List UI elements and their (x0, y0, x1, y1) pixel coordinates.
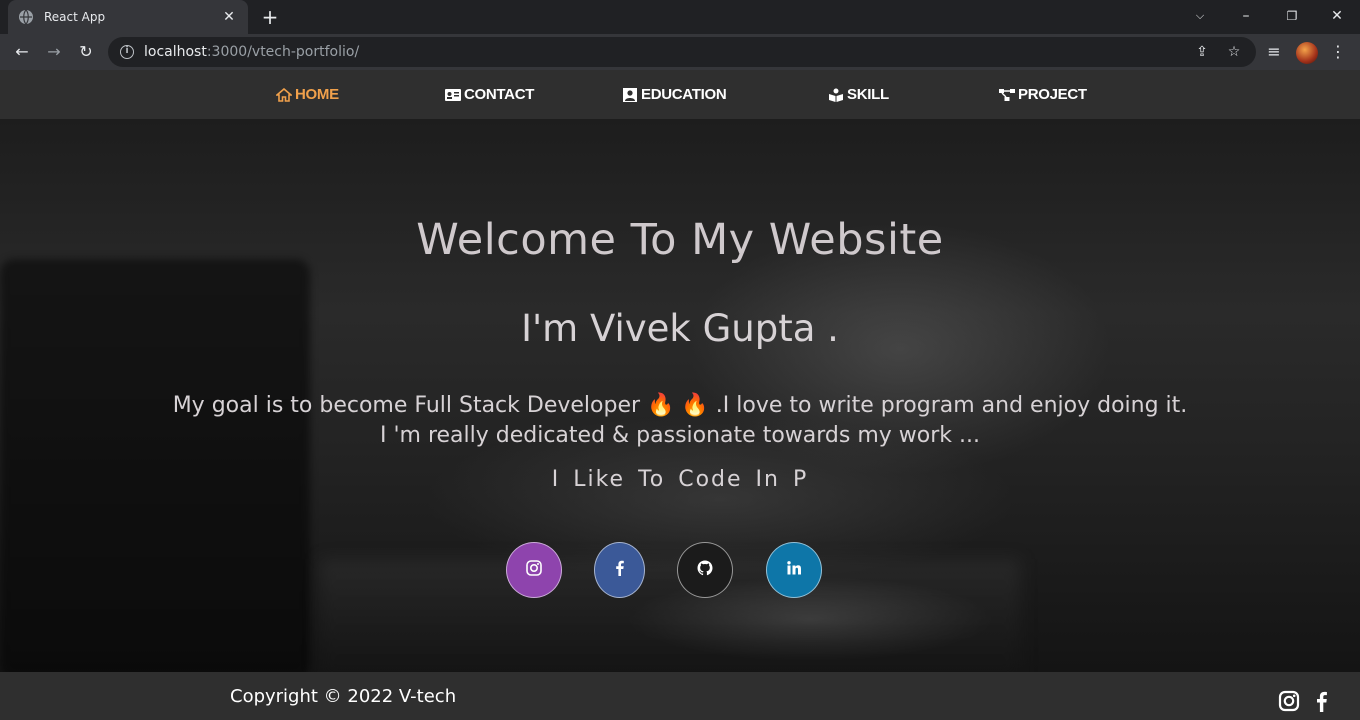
profile-avatar[interactable] (1296, 42, 1318, 64)
hero-title: Welcome To My Website (416, 215, 944, 265)
nav-home[interactable]: HOME (274, 70, 339, 119)
reload-icon[interactable]: ↻ (76, 42, 96, 62)
nav-home-label: HOME (295, 86, 339, 103)
goal-line-1: My goal is to become Full Stack Develope… (172, 393, 1188, 418)
url-host: localhost (144, 44, 207, 60)
bookmark-star-icon[interactable]: ☆ (1226, 44, 1242, 60)
instagram-icon (525, 559, 543, 581)
url-path: :3000/vtech-portfolio/ (206, 44, 360, 60)
instagram-button[interactable] (506, 542, 562, 598)
address-card-icon (445, 88, 461, 102)
linkedin-button[interactable] (766, 542, 822, 598)
copyright-text: Copyright © 2022 V-tech (230, 686, 457, 707)
browser-tabstrip: React App ✕ + ⌵ – ❐ ✕ (0, 0, 1360, 34)
forward-icon[interactable]: → (44, 42, 64, 62)
typing-text: I Like To Code In P (551, 467, 809, 492)
hero-subtitle: I'm Vivek Gupta . (521, 307, 839, 350)
github-icon (696, 559, 714, 581)
site-navbar: HOME CONTACT EDUCATION SKILL PROJECT (0, 70, 1360, 119)
home-icon (274, 87, 294, 102)
background-desk (320, 559, 1020, 672)
nav-project-label: PROJECT (1018, 86, 1087, 103)
nav-education[interactable]: EDUCATION (622, 70, 727, 119)
address-bar[interactable]: i localhost:3000/vtech-portfolio/ ⇪ ☆ (108, 37, 1256, 67)
footer-instagram-icon[interactable] (1278, 690, 1300, 712)
site-info-icon[interactable]: i (120, 45, 134, 59)
graduate-icon (622, 87, 638, 102)
facebook-button[interactable] (594, 542, 645, 598)
goal-line-2: I 'm really dedicated & passionate towar… (379, 423, 980, 448)
project-diagram-icon (999, 88, 1015, 102)
close-window-button[interactable]: ✕ (1327, 6, 1347, 26)
nav-skill[interactable]: SKILL (828, 70, 889, 119)
nav-education-label: EDUCATION (641, 86, 727, 103)
reading-list-icon[interactable]: ≡ (1264, 42, 1284, 62)
restore-button[interactable]: ❐ (1282, 6, 1302, 26)
minimize-button[interactable]: – (1236, 6, 1256, 26)
book-reader-icon (828, 88, 844, 102)
hero-section: Welcome To My Website I'm Vivek Gupta . … (0, 119, 1360, 672)
nav-skill-label: SKILL (847, 86, 889, 103)
tab-title: React App (44, 10, 106, 24)
tab-close-icon[interactable]: ✕ (220, 9, 238, 25)
new-tab-button[interactable]: + (260, 6, 280, 28)
facebook-icon (611, 559, 629, 581)
menu-kebab-icon[interactable]: ⋮ (1328, 42, 1348, 62)
tab-search-icon[interactable]: ⌵ (1190, 6, 1210, 26)
globe-icon (18, 9, 34, 25)
linkedin-icon (785, 559, 803, 581)
footer-facebook-icon[interactable] (1311, 690, 1333, 712)
nav-project[interactable]: PROJECT (999, 70, 1087, 119)
nav-contact-label: CONTACT (464, 86, 535, 103)
back-icon[interactable]: ← (12, 42, 32, 62)
browser-tab[interactable]: React App ✕ (8, 0, 248, 34)
hero-goal: My goal is to become Full Stack Develope… (0, 391, 1360, 451)
share-icon[interactable]: ⇪ (1194, 44, 1210, 60)
browser-toolbar: ← → ↻ i localhost:3000/vtech-portfolio/ … (0, 34, 1360, 70)
nav-contact[interactable]: CONTACT (445, 70, 534, 119)
github-button[interactable] (677, 542, 733, 598)
site-footer: Copyright © 2022 V-tech (0, 672, 1360, 720)
